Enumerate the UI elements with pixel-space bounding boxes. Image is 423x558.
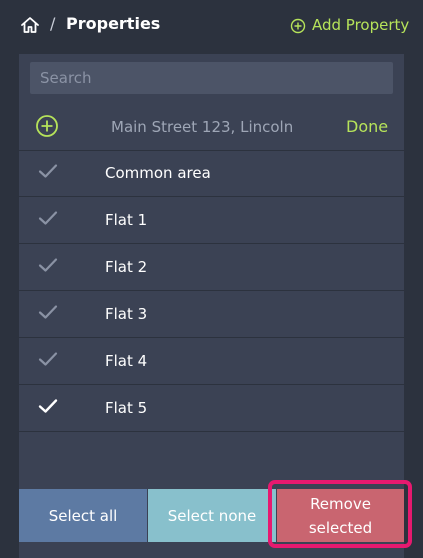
done-button[interactable]: Done — [346, 117, 388, 136]
check-icon[interactable] — [38, 210, 58, 226]
unit-list: Common area Flat 1 Flat 2 Flat 3 Flat 4 — [19, 150, 404, 432]
focus-highlight — [268, 480, 412, 548]
home-icon[interactable] — [20, 15, 40, 35]
check-icon[interactable] — [38, 398, 58, 414]
list-item-label: Flat 1 — [105, 211, 148, 229]
add-property-label: Add Property — [312, 16, 410, 34]
add-unit-icon[interactable] — [35, 114, 59, 138]
list-item[interactable]: Flat 3 — [19, 291, 404, 338]
breadcrumb-separator: / — [50, 14, 56, 33]
top-bar: / Properties Add Property — [0, 0, 423, 52]
check-icon[interactable] — [38, 351, 58, 367]
list-item[interactable]: Flat 2 — [19, 244, 404, 291]
list-item[interactable]: Flat 1 — [19, 197, 404, 244]
list-item-label: Flat 5 — [105, 399, 148, 417]
search-input[interactable] — [30, 62, 393, 94]
property-address: Main Street 123, Lincoln — [111, 118, 294, 136]
select-none-button[interactable]: Select none — [148, 489, 276, 542]
check-icon[interactable] — [38, 304, 58, 320]
list-item-label: Flat 2 — [105, 258, 148, 276]
list-item-label: Flat 3 — [105, 305, 148, 323]
property-row: Main Street 123, Lincoln Done — [19, 106, 404, 151]
list-item[interactable]: Flat 4 — [19, 338, 404, 385]
check-icon[interactable] — [38, 163, 58, 179]
list-item[interactable]: Common area — [19, 150, 404, 197]
list-item-label: Flat 4 — [105, 352, 148, 370]
list-item[interactable]: Flat 5 — [19, 385, 404, 432]
list-item-label: Common area — [105, 164, 211, 182]
select-all-button[interactable]: Select all — [19, 489, 147, 542]
plus-circle-icon — [290, 18, 306, 34]
page-title: Properties — [66, 14, 161, 33]
check-icon[interactable] — [38, 257, 58, 273]
